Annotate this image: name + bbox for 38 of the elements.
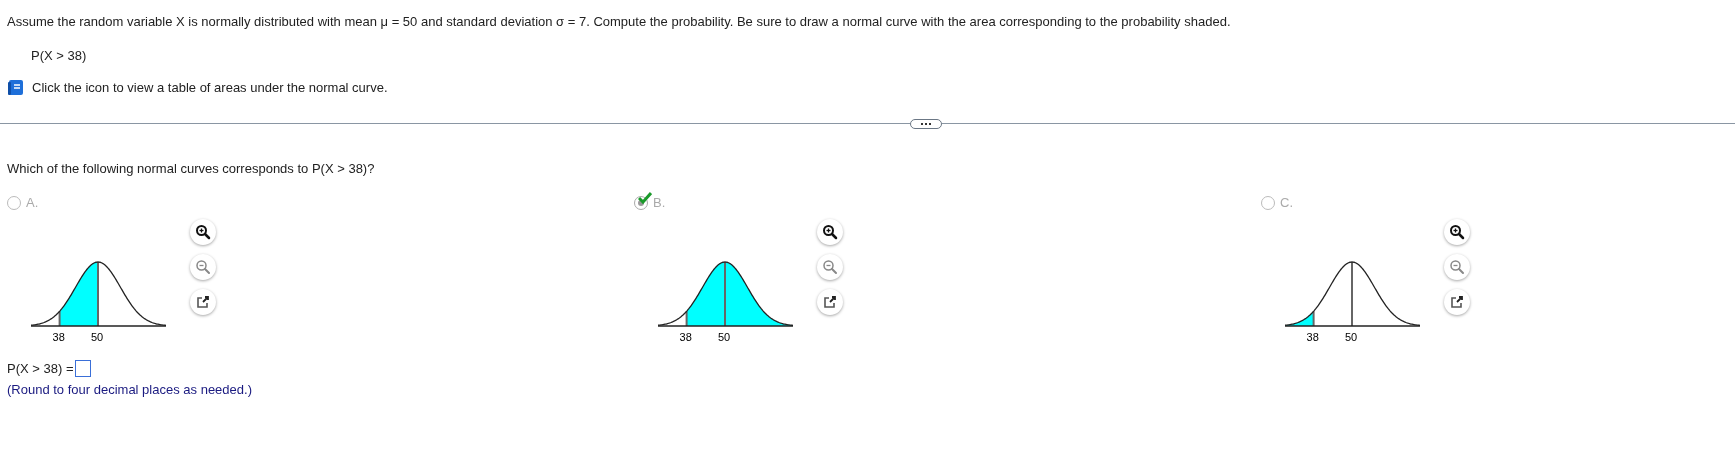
tick-label: 38 [52, 329, 65, 345]
popout-button[interactable] [1444, 288, 1470, 315]
more-button[interactable] [910, 118, 942, 129]
tick-label: 38 [1306, 329, 1319, 345]
zoom-out-icon [1449, 258, 1465, 275]
option-label: B. [653, 194, 666, 212]
book-icon[interactable] [7, 79, 24, 97]
problem-statement: Assume the random variable X is normally distributed with mean μ = 50 and standard deviation σ = 7. Compute the probability. Be sure to draw a normal curve with the area corresponding to the probability shaded. [7, 13, 1232, 31]
zoom-in-icon [1449, 223, 1465, 240]
zoom-out-button[interactable] [817, 253, 843, 280]
tick-label: 50 [91, 329, 104, 345]
popout-icon [196, 294, 210, 309]
popout-button[interactable] [817, 288, 843, 315]
table-link-text: Click the icon to view a table of areas under the normal curve. [32, 79, 388, 97]
popout-icon [1450, 294, 1464, 309]
zoom-out-button[interactable] [190, 253, 216, 280]
radio-button[interactable] [7, 195, 21, 210]
tick-label: 50 [718, 329, 731, 345]
tick-label: 38 [679, 329, 692, 345]
radio-button[interactable] [1261, 195, 1275, 210]
answer-prompt: P(X > 38) = [7, 359, 74, 378]
popout-button[interactable] [190, 288, 216, 315]
zoom-in-icon [822, 223, 838, 240]
tick-label: 50 [1345, 329, 1358, 345]
rounding-note: (Round to four decimal places as needed.) [7, 381, 253, 399]
answer-field[interactable] [75, 359, 92, 377]
zoom-in-button[interactable] [1444, 218, 1470, 245]
option-label: C. [1280, 194, 1293, 212]
question-text: Which of the following normal curves corresponds to P(X > 38)? [7, 159, 376, 178]
zoom-out-icon [822, 258, 838, 275]
zoom-in-icon [195, 223, 211, 240]
zoom-in-button[interactable] [817, 218, 843, 245]
option-label: A. [26, 194, 39, 212]
probability-expression: P(X > 38) [31, 46, 88, 65]
popout-icon [823, 294, 837, 309]
zoom-out-button[interactable] [1444, 253, 1470, 280]
zoom-in-button[interactable] [190, 218, 216, 245]
zoom-out-icon [195, 258, 211, 275]
